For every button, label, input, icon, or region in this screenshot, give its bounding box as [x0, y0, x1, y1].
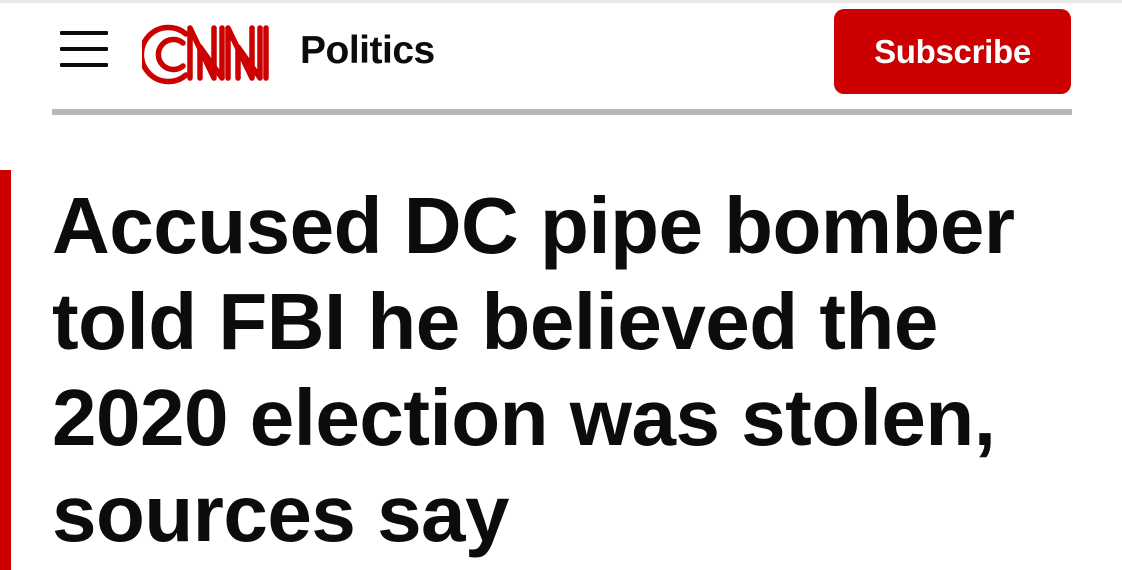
headline-accent-bar	[0, 170, 11, 570]
cnn-logo[interactable]	[142, 19, 278, 85]
article-headline: Accused DC pipe bomber told FBI he belie…	[52, 178, 1112, 562]
headline-line: told FBI he believed the	[52, 277, 938, 366]
article-page: Politics Subscribe Accused DC pipe bombe…	[0, 0, 1122, 570]
subscribe-button[interactable]: Subscribe	[834, 9, 1071, 94]
menu-line	[60, 63, 108, 67]
site-header: Politics Subscribe	[0, 0, 1122, 110]
hamburger-menu-icon[interactable]	[56, 27, 112, 71]
headline-line: sources say	[52, 469, 510, 558]
menu-line	[60, 47, 108, 51]
headline-line: 2020 election was stolen,	[52, 373, 996, 462]
menu-line	[60, 31, 108, 35]
cnn-logo-mark	[142, 24, 269, 85]
headline-line: Accused DC pipe bomber	[52, 181, 1015, 270]
section-link-politics[interactable]: Politics	[300, 28, 435, 74]
header-divider	[52, 109, 1072, 115]
